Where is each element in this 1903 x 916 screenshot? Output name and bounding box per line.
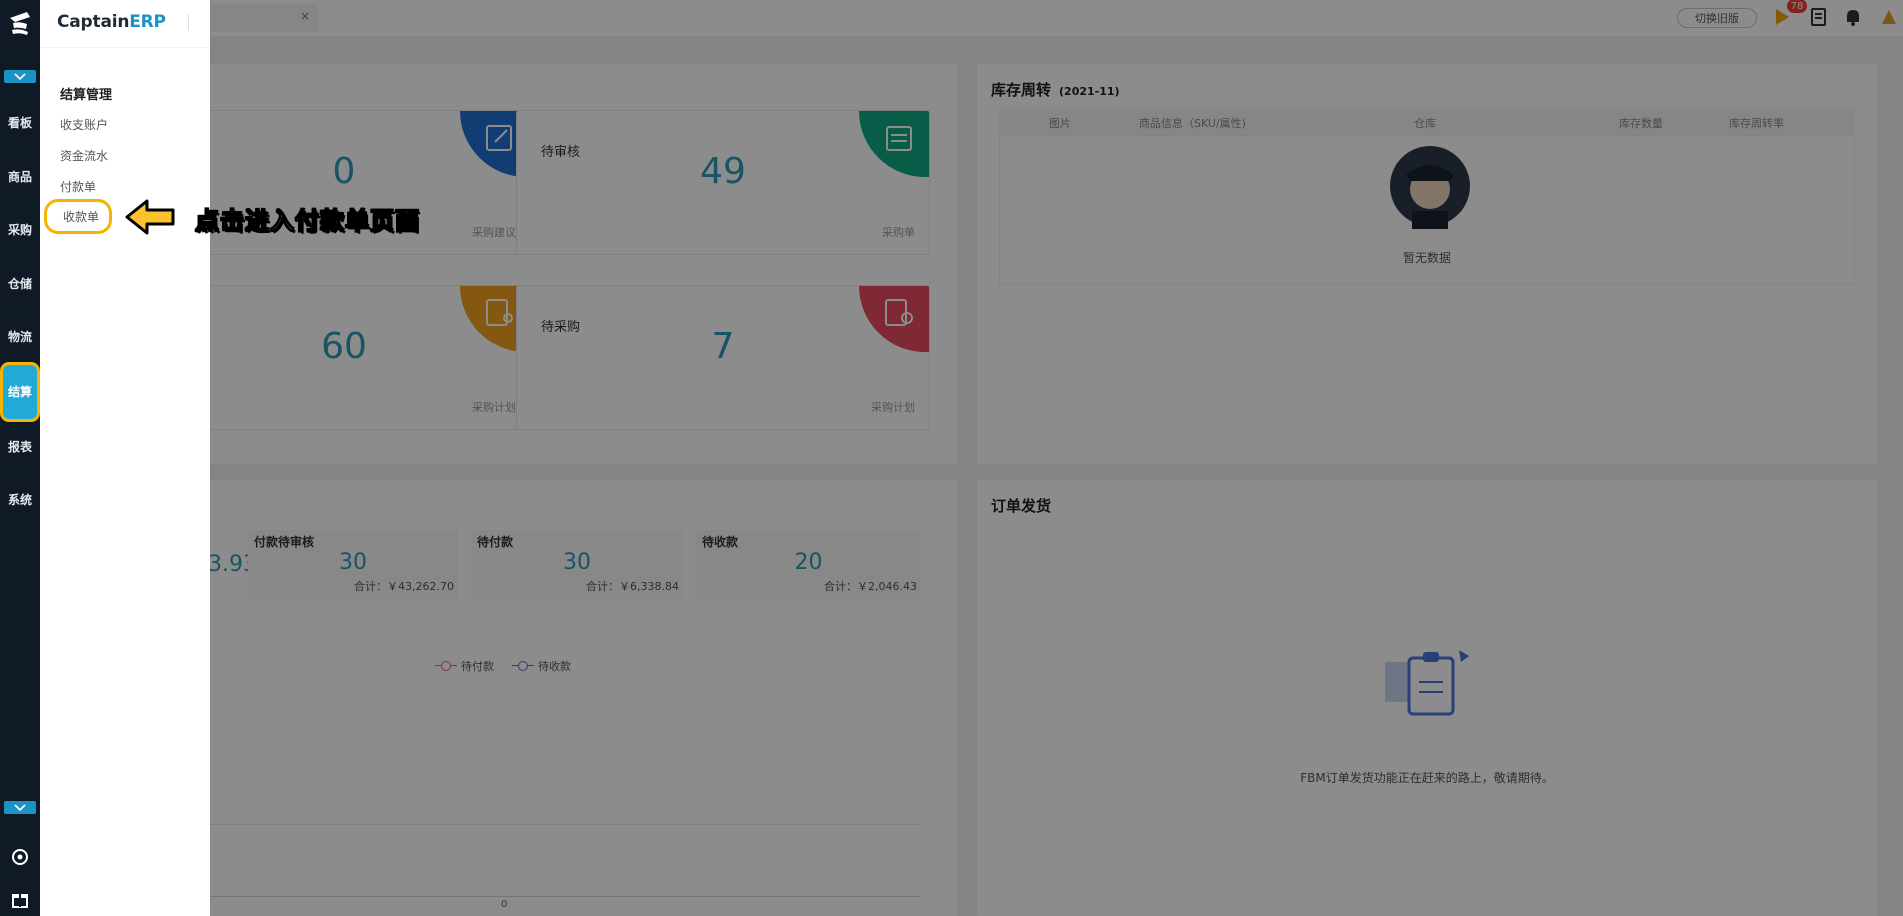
brand-header: CaptainERP	[40, 0, 210, 48]
brand-prefix: Captain	[57, 12, 130, 32]
rail-item-system[interactable]: 系统	[0, 473, 40, 527]
rail-item-dashboard[interactable]: 看板	[0, 96, 40, 150]
submenu-item-receipt-orders[interactable]: 收款单	[44, 199, 113, 234]
rail-item-label: 仓储	[7, 276, 32, 291]
rail-item-label: 商品	[7, 169, 32, 184]
captain-hat-logo-icon[interactable]	[7, 8, 33, 38]
gift-icon[interactable]	[10, 889, 30, 909]
rail-item-label: 物流	[7, 330, 32, 345]
rail-item-label: 结算	[7, 385, 32, 399]
modal-dim-overlay[interactable]	[40, 0, 1903, 916]
rail-item-logistics[interactable]: 物流	[0, 310, 40, 364]
rail-item-purchase[interactable]: 采购	[0, 203, 40, 257]
rail-item-label: 看板	[7, 116, 32, 131]
submenu-item-payment-orders[interactable]: 付款单	[60, 178, 96, 195]
rail-collapse-bottom-chevron-icon[interactable]	[4, 801, 36, 814]
submenu-item-accounts[interactable]: 收支账户	[60, 116, 108, 133]
settlement-submenu: CaptainERP 结算管理 收支账户 资金流水 付款单 收款单	[40, 0, 210, 916]
brand-logo[interactable]: CaptainERP	[57, 12, 166, 32]
rail-item-products[interactable]: 商品	[0, 150, 40, 204]
callout-pointer-arrow-icon	[125, 199, 175, 235]
main-nav-rail: 看板 商品 采购 仓储 物流 结算 报表 系统	[0, 0, 40, 916]
rail-item-label: 采购	[7, 223, 32, 238]
rail-item-reports[interactable]: 报表	[0, 420, 40, 474]
submenu-title: 结算管理	[60, 88, 113, 103]
rail-item-label: 系统	[7, 493, 32, 508]
brand-suffix: ERP	[129, 12, 166, 32]
tutorial-callout-text: 点击进入付款单页面	[195, 207, 420, 236]
support-icon[interactable]	[10, 847, 30, 867]
rail-item-settlement[interactable]: 结算	[0, 361, 40, 422]
brand-divider	[188, 14, 189, 30]
rail-item-label: 报表	[7, 439, 32, 454]
rail-collapse-top-chevron-icon[interactable]	[4, 70, 36, 83]
rail-item-warehouse[interactable]: 仓储	[0, 257, 40, 311]
submenu-item-cash-flow[interactable]: 资金流水	[60, 147, 108, 164]
